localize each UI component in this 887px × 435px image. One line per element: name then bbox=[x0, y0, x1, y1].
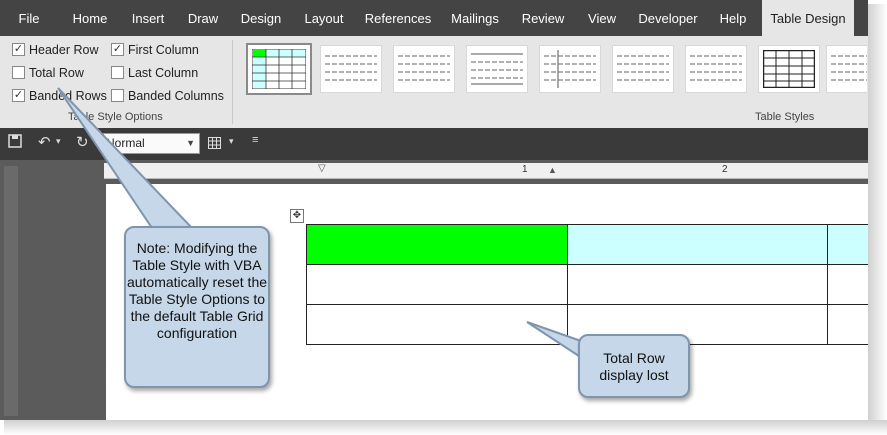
frame-shadow bbox=[4, 420, 887, 435]
word-window: File Home Insert Draw Design Layout Refe… bbox=[0, 0, 868, 420]
note-callout: Note: Modifying the Table Style with VBA… bbox=[124, 226, 270, 388]
total-row-callout: Total Row display lost bbox=[578, 334, 690, 398]
frame-shadow bbox=[868, 4, 887, 435]
